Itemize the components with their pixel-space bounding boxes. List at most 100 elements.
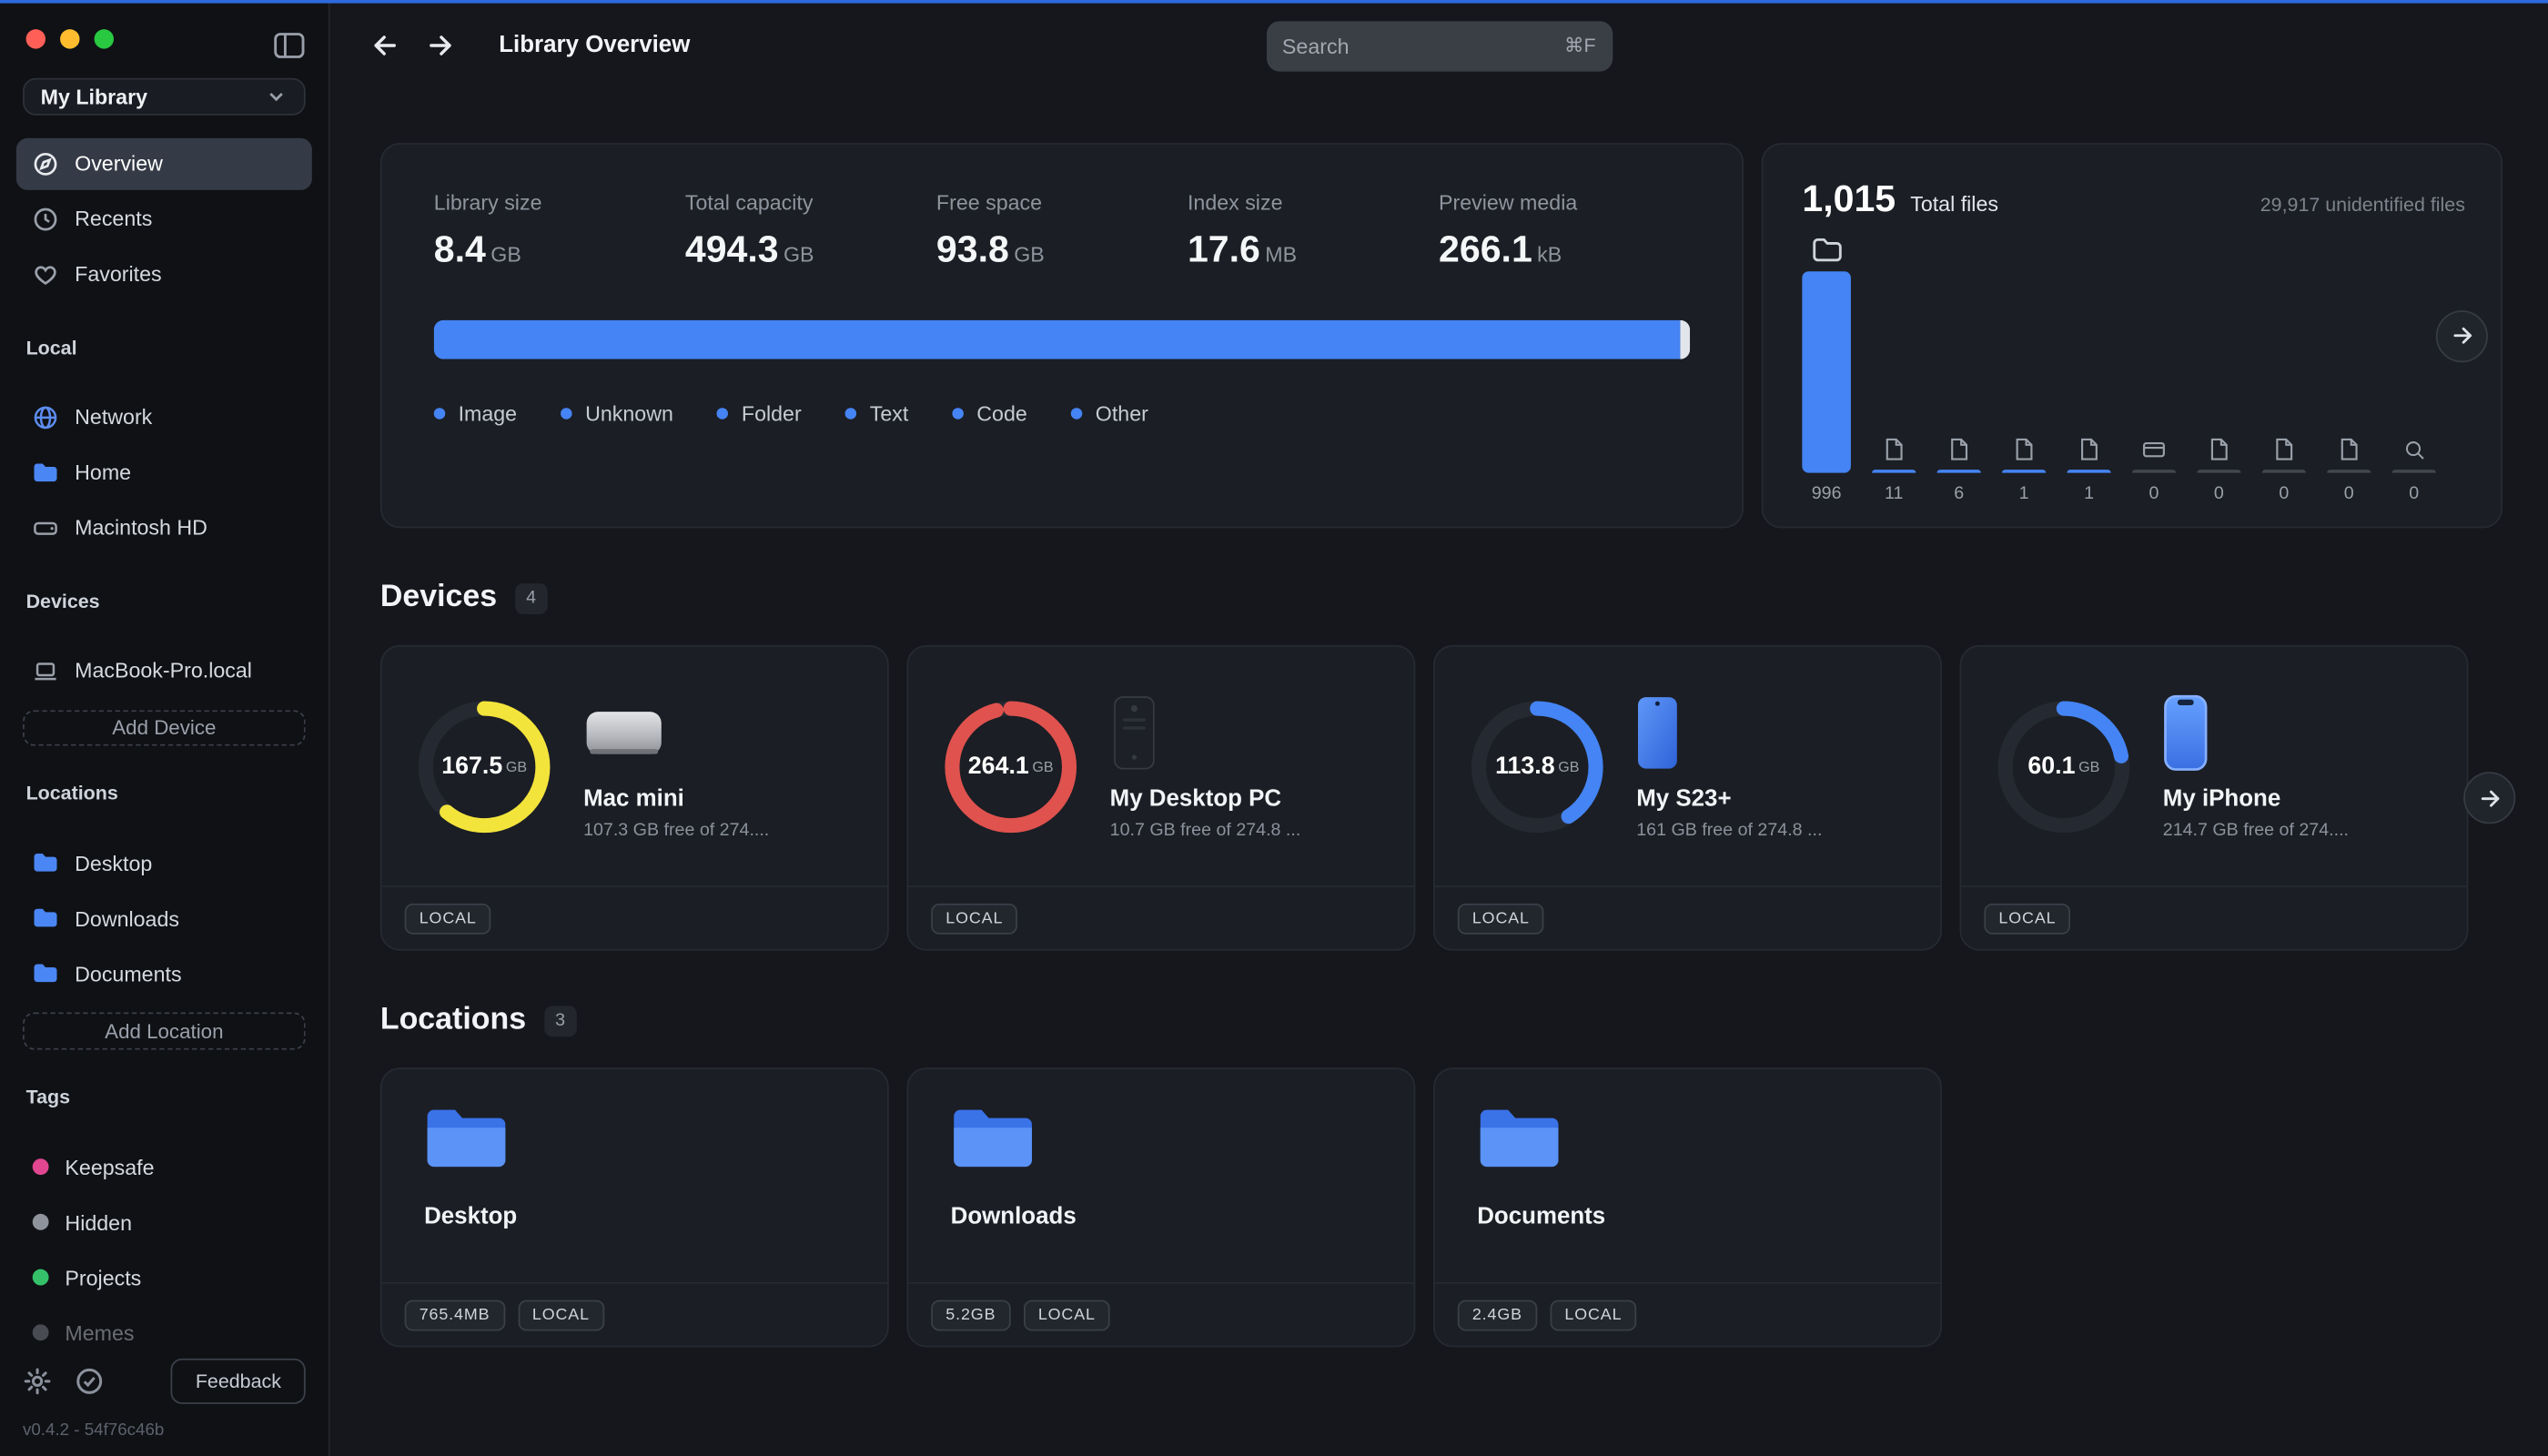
sidebar-item-label: Overview bbox=[75, 151, 163, 176]
sidebar-nav: Overview Recents Favorites bbox=[16, 137, 312, 300]
local-badge: LOCAL bbox=[1550, 1299, 1636, 1330]
overview-icon bbox=[33, 150, 59, 177]
traffic-lights bbox=[16, 23, 312, 49]
file-share-icon bbox=[2273, 437, 2294, 461]
devices-section-header: Devices 4 bbox=[380, 580, 2502, 615]
legend-code: Code bbox=[953, 401, 1027, 426]
stat-total-capacity: Total capacity 494.3GB bbox=[685, 190, 936, 271]
local-badge: LOCAL bbox=[931, 903, 1017, 934]
usage-segment bbox=[1680, 320, 1690, 359]
search-input[interactable] bbox=[1282, 34, 1564, 58]
section-title-locations: Locations bbox=[26, 783, 303, 805]
sidebar-tag-memes[interactable]: Memes bbox=[16, 1307, 312, 1359]
app-window: My Library Overview Recents bbox=[0, 0, 2548, 1456]
legend-dot bbox=[845, 408, 857, 420]
devices-title: Devices bbox=[380, 580, 497, 615]
tag-color-dot bbox=[33, 1269, 49, 1286]
section-title-devices: Devices bbox=[26, 590, 303, 612]
tag-label: Projects bbox=[65, 1265, 141, 1289]
file-type-bar-chart: 996 11 6 bbox=[1802, 238, 2465, 504]
feedback-button[interactable]: Feedback bbox=[171, 1359, 306, 1404]
device-card-iphone[interactable]: 60.1GB My iPhone 214.7 GB free of 274...… bbox=[1960, 645, 2469, 951]
sidebar-item-favorites[interactable]: Favorites bbox=[16, 248, 312, 300]
folder-icon bbox=[1477, 1152, 1562, 1179]
device-name: My iPhone bbox=[2163, 786, 2349, 813]
device-card-desktop-pc[interactable]: 264.1GB My Desktop PC 10.7 GB free of 27… bbox=[906, 645, 1415, 951]
local-badge: LOCAL bbox=[405, 903, 491, 934]
page-title: Library Overview bbox=[499, 33, 690, 59]
sidebar-item-macbook[interactable]: MacBook-Pro.local bbox=[16, 644, 312, 696]
close-button[interactable] bbox=[26, 29, 46, 48]
device-detail: 214.7 GB free of 274.... bbox=[2163, 821, 2349, 840]
devices-scroll-right-button[interactable] bbox=[2463, 772, 2515, 824]
file-search-icon bbox=[2402, 439, 2425, 461]
app-version: v0.4.2 - 54f76c46b bbox=[23, 1421, 306, 1440]
sidebar-item-macintosh-hd[interactable]: Macintosh HD bbox=[16, 501, 312, 553]
tags-list: Keepsafe Hidden Projects Memes bbox=[16, 1141, 312, 1359]
sidebar-item-documents[interactable]: Documents bbox=[16, 948, 312, 1000]
desktop-pc-icon bbox=[1110, 693, 1301, 774]
main-area: Library Overview ⌘F Library size 8.4GB T… bbox=[329, 0, 2547, 1456]
hard-drive-icon bbox=[33, 514, 59, 541]
sidebar-item-label: Downloads bbox=[75, 906, 179, 931]
minimize-button[interactable] bbox=[60, 29, 79, 48]
sidebar-item-downloads[interactable]: Downloads bbox=[16, 893, 312, 945]
folder-icon bbox=[33, 907, 59, 930]
file-bar-column: 0 bbox=[2197, 437, 2240, 503]
sidebar-toggle-icon[interactable] bbox=[269, 26, 308, 66]
location-card-downloads[interactable]: Downloads 5.2GB LOCAL bbox=[906, 1067, 1415, 1347]
storage-ring: 167.5GB bbox=[414, 696, 554, 836]
sidebar-item-label: Macintosh HD bbox=[75, 515, 207, 540]
device-detail: 107.3 GB free of 274.... bbox=[583, 821, 769, 840]
sidebar-item-home[interactable]: Home bbox=[16, 446, 312, 498]
location-card-documents[interactable]: Documents 2.4GB LOCAL bbox=[1433, 1067, 1942, 1347]
file-info-icon bbox=[1884, 437, 1905, 461]
library-selector[interactable]: My Library bbox=[23, 78, 306, 115]
tag-label: Hidden bbox=[65, 1209, 132, 1234]
file-bar-column: 0 bbox=[2327, 437, 2371, 503]
check-circle-icon[interactable] bbox=[75, 1367, 104, 1396]
devices-row: 167.5GB Mac mini 107.3 GB free of 274...… bbox=[380, 645, 2502, 951]
locations-row: Desktop 765.4MB LOCAL Downloads bbox=[380, 1067, 2502, 1347]
legend-other: Other bbox=[1071, 401, 1148, 426]
sidebar-item-network[interactable]: Network bbox=[16, 391, 312, 443]
tag-color-dot bbox=[33, 1324, 49, 1340]
local-badge: LOCAL bbox=[1984, 903, 2070, 934]
sidebar-item-label: Documents bbox=[75, 962, 181, 986]
section-title-local: Local bbox=[26, 336, 303, 359]
sidebar-tag-keepsafe[interactable]: Keepsafe bbox=[16, 1141, 312, 1193]
legend-folder: Folder bbox=[717, 401, 802, 426]
add-location-button[interactable]: Add Location bbox=[23, 1013, 306, 1049]
device-card-s23[interactable]: 113.8GB My S23+ 161 GB free of 274.8 ...… bbox=[1433, 645, 1942, 951]
tag-color-dot bbox=[33, 1214, 49, 1230]
folder-icon bbox=[33, 852, 59, 875]
library-selector-label: My Library bbox=[41, 85, 147, 109]
card-icon bbox=[2142, 437, 2167, 461]
sidebar-item-overview[interactable]: Overview bbox=[16, 137, 312, 189]
heart-icon bbox=[33, 261, 59, 288]
location-card-desktop[interactable]: Desktop 765.4MB LOCAL bbox=[380, 1067, 889, 1347]
forward-button[interactable] bbox=[420, 25, 461, 66]
section-title-tags: Tags bbox=[26, 1086, 303, 1108]
add-device-button[interactable]: Add Device bbox=[23, 710, 306, 746]
settings-gear-icon[interactable] bbox=[23, 1367, 52, 1396]
sidebar-tag-projects[interactable]: Projects bbox=[16, 1251, 312, 1303]
back-button[interactable] bbox=[364, 25, 406, 66]
file-bar-column: 0 bbox=[2262, 437, 2306, 503]
topbar: Library Overview ⌘F bbox=[329, 0, 2547, 91]
sidebar-item-label: Favorites bbox=[75, 262, 161, 287]
files-scroll-right-button[interactable] bbox=[2436, 309, 2488, 361]
sidebar-tag-hidden[interactable]: Hidden bbox=[16, 1196, 312, 1248]
search-field[interactable]: ⌘F bbox=[1266, 20, 1612, 70]
device-card-mac-mini[interactable]: 167.5GB Mac mini 107.3 GB free of 274...… bbox=[380, 645, 889, 951]
zoom-button[interactable] bbox=[95, 29, 114, 48]
location-name: Desktop bbox=[424, 1204, 844, 1230]
folder-icon bbox=[424, 1152, 509, 1179]
storage-ring: 113.8GB bbox=[1467, 696, 1607, 836]
sidebar-item-recents[interactable]: Recents bbox=[16, 193, 312, 245]
device-name: My Desktop PC bbox=[1110, 786, 1301, 813]
sidebar-footer: Feedback v0.4.2 - 54f76c46b bbox=[16, 1359, 312, 1440]
sidebar-item-desktop[interactable]: Desktop bbox=[16, 837, 312, 889]
folder-icon bbox=[33, 461, 59, 484]
file-archive-icon bbox=[1948, 437, 1969, 461]
